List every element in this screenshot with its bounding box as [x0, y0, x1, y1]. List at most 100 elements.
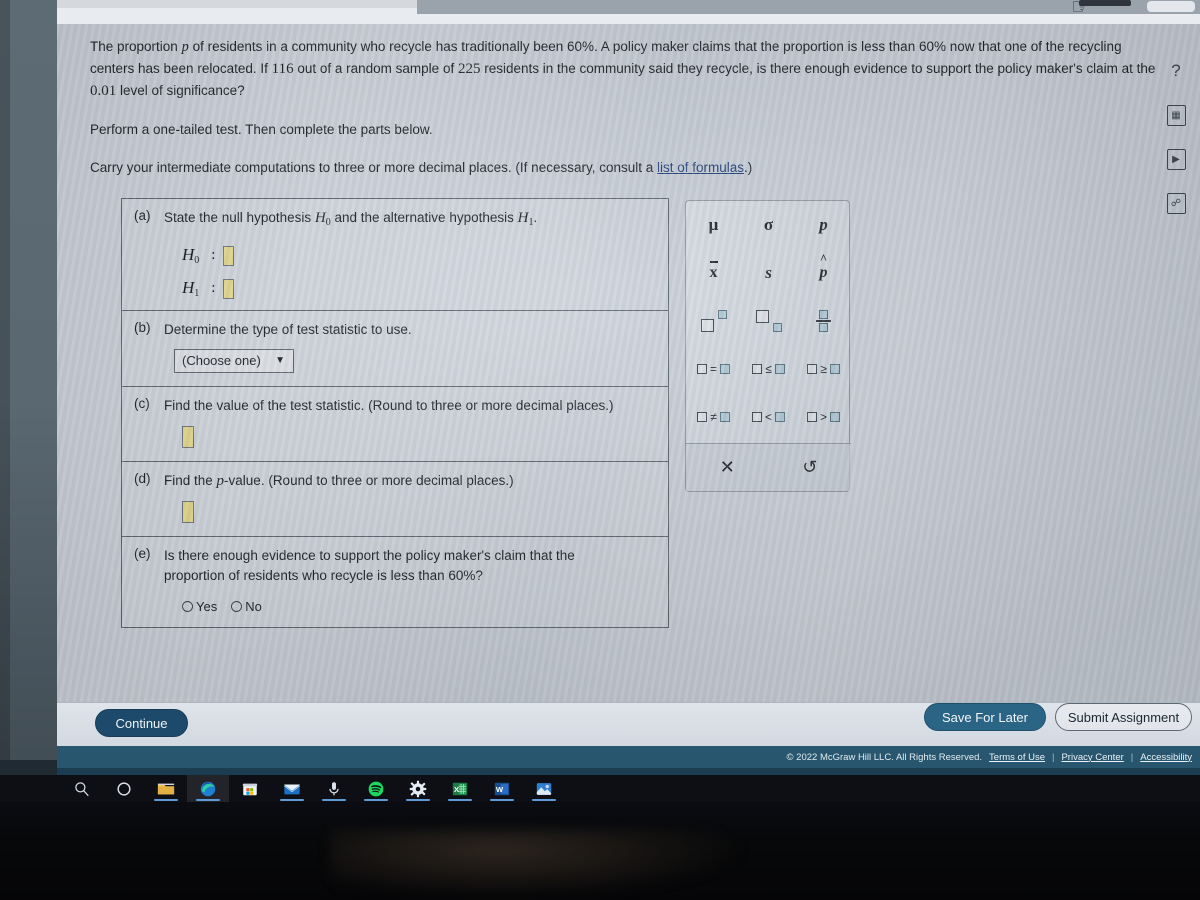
- taskbar-active-underline: [448, 799, 472, 801]
- radio-circle-icon: [231, 601, 243, 612]
- palette-superscript-button[interactable]: [686, 297, 741, 345]
- part-d-text-a: Find the: [164, 473, 213, 488]
- cortana-icon[interactable]: [103, 775, 145, 802]
- cortana-glyph: [117, 781, 131, 796]
- spotify-glyph: [368, 781, 384, 796]
- search-icon[interactable]: [61, 775, 103, 802]
- palette-subscript-button[interactable]: [741, 297, 796, 345]
- screen-photo: ☞ The proportion p of residents in a com…: [0, 0, 1200, 900]
- palette-p-button[interactable]: p: [796, 201, 851, 249]
- greater-than-or-equal-icon: ≥: [807, 362, 840, 376]
- list-of-formulas-link[interactable]: list of formulas: [657, 160, 744, 175]
- palette-xbar-button[interactable]: x: [686, 249, 741, 297]
- palette-less-than-button[interactable]: <: [741, 393, 796, 441]
- voice-recorder-icon[interactable]: [313, 775, 355, 802]
- edge-glyph: [200, 781, 216, 796]
- x-bar-icon: x: [709, 261, 718, 281]
- save-for-later-button[interactable]: Save For Later: [924, 703, 1046, 731]
- h1-input[interactable]: [223, 278, 235, 299]
- store-glyph: [242, 783, 258, 795]
- part-d-letter: (d): [134, 471, 151, 486]
- p-icon: p: [819, 215, 828, 234]
- palette-greater-than-button[interactable]: >: [796, 393, 851, 441]
- palette-phat-button[interactable]: p: [796, 249, 851, 297]
- null-hypothesis-row: H0 :: [182, 245, 656, 266]
- palette-s-button[interactable]: s: [741, 249, 796, 297]
- part-e-letter: (e): [134, 546, 151, 561]
- palette-not-equal-button[interactable]: ≠: [686, 393, 741, 441]
- carry-computations-instruction: Carry your intermediate computations to …: [90, 157, 890, 179]
- radio-no[interactable]: No: [231, 599, 262, 614]
- taskbar-active-underline: [364, 799, 388, 801]
- spotify-icon[interactable]: [355, 775, 397, 802]
- h0-row-label: H0: [182, 245, 200, 266]
- mail-icon[interactable]: [271, 775, 313, 802]
- calculator-icon[interactable]: ▦: [1163, 102, 1189, 128]
- privacy-center-link[interactable]: Privacy Center: [1061, 752, 1123, 763]
- test-statistic-input[interactable]: [182, 426, 194, 448]
- svg-text:W: W: [496, 785, 504, 794]
- assignment-parts-box: (a) State the null hypothesis H0 and the…: [121, 198, 669, 628]
- radio-yes-label: Yes: [196, 599, 218, 614]
- microsoft-store-icon[interactable]: [229, 775, 271, 802]
- play-glyph: ▶: [1166, 148, 1186, 170]
- palette-fraction-button[interactable]: [796, 297, 851, 345]
- reference-book-icon[interactable]: ☍: [1163, 190, 1189, 216]
- help-icon[interactable]: ?: [1163, 58, 1189, 84]
- part-a-text-a: State the null hypothesis: [164, 210, 312, 225]
- palette-undo-button[interactable]: ↺: [769, 444, 852, 491]
- palette-equals-button[interactable]: =: [686, 345, 741, 393]
- laptop-bezel-bottom: [0, 760, 57, 775]
- radio-yes[interactable]: Yes: [182, 599, 217, 614]
- p-value-input[interactable]: [182, 501, 194, 523]
- question-text-e: level of significance?: [120, 83, 245, 98]
- continue-button[interactable]: Continue: [95, 709, 188, 737]
- edge-browser-icon[interactable]: [187, 775, 229, 802]
- footer-fill-strip: [57, 768, 1200, 775]
- part-a-text-c: .: [533, 210, 538, 225]
- part-d-text-b: -value. (Round to three or more decimal …: [224, 473, 514, 488]
- p-value-variable: p: [216, 473, 225, 489]
- palette-clear-button[interactable]: ✕: [686, 444, 769, 491]
- accessibility-link[interactable]: Accessibility: [1140, 752, 1192, 763]
- palette-symbol-grid: μ σ p x s p: [686, 201, 851, 441]
- laptop-screen: ☞ The proportion p of residents in a com…: [57, 0, 1200, 802]
- palette-mu-button[interactable]: μ: [686, 201, 741, 249]
- search-glyph: [75, 781, 89, 796]
- significance-level: 0.01: [90, 83, 117, 99]
- radio-no-label: No: [245, 599, 262, 614]
- part-c: (c) Find the value of the test statistic…: [122, 387, 668, 462]
- terms-of-use-link[interactable]: Terms of Use: [989, 752, 1045, 763]
- folder-glyph: [157, 783, 175, 794]
- photos-icon[interactable]: [523, 775, 565, 802]
- windows-taskbar: X W: [57, 775, 1200, 802]
- equals-icon: =: [696, 362, 730, 376]
- not-equal-icon: ≠: [697, 410, 730, 424]
- palette-sigma-button[interactable]: σ: [741, 201, 796, 249]
- video-icon[interactable]: ▶: [1163, 146, 1189, 172]
- taskbar-bezel-strip: [0, 775, 57, 802]
- file-explorer-icon[interactable]: [145, 775, 187, 802]
- palette-less-equal-button[interactable]: ≤: [741, 345, 796, 393]
- greater-than-icon: >: [806, 410, 840, 424]
- h0-colon: :: [211, 247, 216, 263]
- less-than-or-equal-icon: ≤: [752, 362, 785, 376]
- word-icon[interactable]: W: [481, 775, 523, 802]
- palette-greater-equal-button[interactable]: ≥: [796, 345, 851, 393]
- excel-glyph: X: [452, 782, 468, 795]
- page-footer: © 2022 McGraw Hill LLC. All Rights Reser…: [57, 746, 1200, 768]
- taskbar-active-underline: [154, 799, 178, 801]
- h0-input[interactable]: [223, 245, 235, 266]
- question-text-d: residents in the community said they rec…: [484, 61, 1156, 76]
- fraction-icon: [816, 310, 831, 332]
- settings-gear-icon[interactable]: [397, 775, 439, 802]
- submit-assignment-button[interactable]: Submit Assignment: [1055, 703, 1192, 731]
- sigma-icon: σ: [763, 215, 774, 234]
- desk-reflection: [330, 830, 750, 900]
- taskbar-active-underline: [406, 799, 430, 801]
- excel-icon[interactable]: X: [439, 775, 481, 802]
- test-statistic-type-dropdown[interactable]: (Choose one) ▼: [174, 349, 294, 373]
- word-glyph: W: [494, 782, 510, 795]
- browser-tab[interactable]: [1147, 1, 1195, 12]
- sample-size: 225: [457, 61, 481, 77]
